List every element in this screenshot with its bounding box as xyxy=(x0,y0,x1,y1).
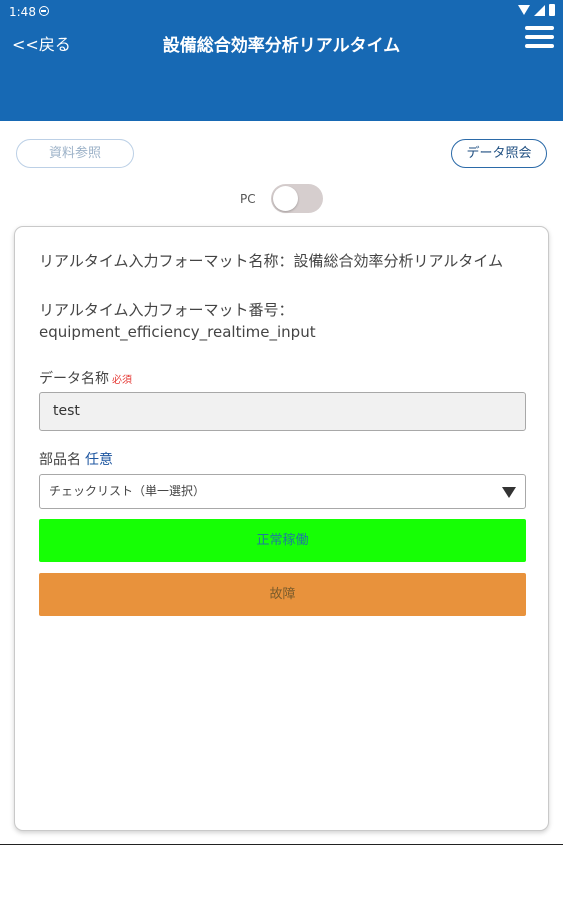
fault-button[interactable]: 故障 xyxy=(39,573,526,616)
data-name-label: データ名称 xyxy=(39,371,109,387)
data-query-button[interactable]: データ照会 xyxy=(451,139,547,168)
wifi-icon xyxy=(518,5,530,15)
app-header: 1:48 <<戻る 設備総合効率分析リアルタイム xyxy=(0,0,563,121)
part-name-select[interactable]: チェックリスト（単一選択） xyxy=(39,474,526,509)
dropdown-arrow-icon xyxy=(502,487,516,498)
status-icons xyxy=(518,4,555,16)
format-name-text: リアルタイム入力フォーマット名称：設備総合効率分析リアルタイム xyxy=(39,252,504,270)
format-number-value: equipment_efficiency_realtime_input xyxy=(39,323,316,341)
data-name-label-row: データ名称 必須 xyxy=(39,368,132,388)
page-title: 設備総合効率分析リアルタイム xyxy=(162,36,401,56)
status-bar: 1:48 xyxy=(0,0,563,24)
divider-line xyxy=(0,844,563,845)
normal-operation-button[interactable]: 正常稼働 xyxy=(39,519,526,562)
toggle-knob xyxy=(273,186,298,211)
part-name-label: 部品名 xyxy=(39,452,81,468)
signal-icon xyxy=(534,4,545,16)
do-not-disturb-icon xyxy=(39,6,49,16)
reference-button[interactable]: 資料参照 xyxy=(16,139,134,168)
pc-toggle-label: PC xyxy=(240,192,256,206)
status-time: 1:48 xyxy=(9,5,36,19)
battery-icon xyxy=(549,4,555,16)
pc-toggle[interactable] xyxy=(271,184,323,213)
required-tag: 必須 xyxy=(112,375,132,386)
optional-tag: 任意 xyxy=(85,452,113,468)
input-form-card: リアルタイム入力フォーマット名称：設備総合効率分析リアルタイム リアルタイム入力… xyxy=(14,226,549,831)
format-number-label: リアルタイム入力フォーマット番号： xyxy=(39,301,294,319)
part-name-label-row: 部品名 任意 xyxy=(39,449,113,469)
hamburger-menu-icon[interactable] xyxy=(525,26,554,50)
data-name-input[interactable]: test xyxy=(39,392,526,431)
part-select-value: チェックリスト（単一選択） xyxy=(49,484,206,498)
